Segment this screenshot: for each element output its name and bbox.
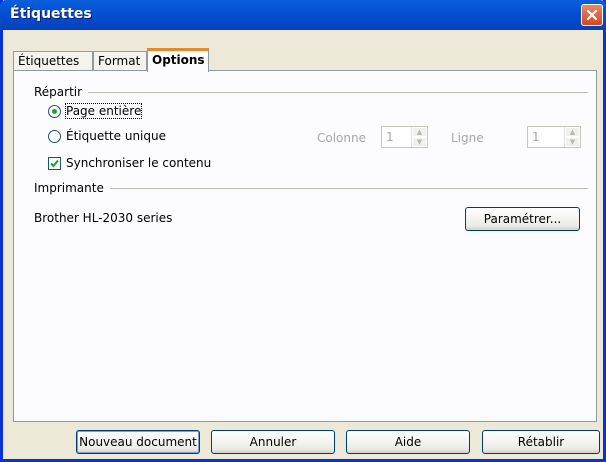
tab-labels[interactable]: Étiquettes	[13, 51, 93, 71]
printer-group-header: Imprimante	[34, 181, 588, 195]
full-page-label: Page entière	[64, 103, 143, 119]
sync-contents-checkbox[interactable]	[48, 156, 61, 170]
column-spinner[interactable]: 1 ▲ ▼	[381, 126, 428, 148]
full-page-radio[interactable]	[48, 104, 61, 118]
tab-options[interactable]: Options	[147, 48, 209, 72]
distribute-heading: Répartir	[34, 85, 83, 99]
row-spinner[interactable]: 1 ▲ ▼	[527, 126, 581, 148]
sync-contents-label: Synchroniser le contenu	[66, 156, 212, 170]
row-value: 1	[532, 130, 540, 144]
printer-heading: Imprimante	[34, 181, 104, 195]
title-bar[interactable]: Étiquettes	[0, 0, 606, 30]
close-button[interactable]	[581, 4, 603, 26]
spin-up-icon[interactable]: ▲	[565, 127, 580, 137]
full-page-option[interactable]: Page entière	[48, 103, 143, 119]
printer-name: Brother HL-2030 series	[34, 211, 173, 225]
checkmark-icon	[50, 159, 59, 167]
close-icon	[586, 9, 598, 21]
spin-up-icon[interactable]: ▲	[412, 127, 427, 137]
options-panel: Répartir Page entière Étiquette unique C…	[13, 70, 597, 422]
help-button[interactable]: Aide	[346, 430, 470, 454]
single-label-label: Étiquette unique	[66, 129, 166, 143]
column-label: Colonne	[317, 131, 366, 145]
column-spin-arrows[interactable]: ▲ ▼	[411, 127, 427, 147]
column-value: 1	[386, 130, 394, 144]
divider	[88, 91, 588, 93]
new-document-button[interactable]: Nouveau document	[76, 430, 200, 454]
spin-down-icon[interactable]: ▼	[565, 137, 580, 147]
divider	[109, 187, 588, 189]
reset-button[interactable]: Rétablir	[482, 430, 600, 454]
sync-contents-option[interactable]: Synchroniser le contenu	[48, 156, 211, 170]
printer-setup-button[interactable]: Paramétrer...	[465, 207, 580, 231]
window-title: Étiquettes	[10, 6, 92, 22]
spin-down-icon[interactable]: ▼	[412, 137, 427, 147]
single-label-radio[interactable]	[48, 129, 61, 143]
labels-dialog: Étiquettes Étiquettes Format Options Rép…	[0, 0, 606, 462]
distribute-group-header: Répartir	[34, 85, 588, 99]
single-label-option[interactable]: Étiquette unique	[48, 129, 166, 143]
cancel-button[interactable]: Annuler	[211, 430, 335, 454]
tab-format[interactable]: Format	[93, 51, 147, 71]
row-spin-arrows[interactable]: ▲ ▼	[564, 127, 580, 147]
row-label: Ligne	[451, 131, 484, 145]
radio-selected-dot	[52, 108, 57, 114]
